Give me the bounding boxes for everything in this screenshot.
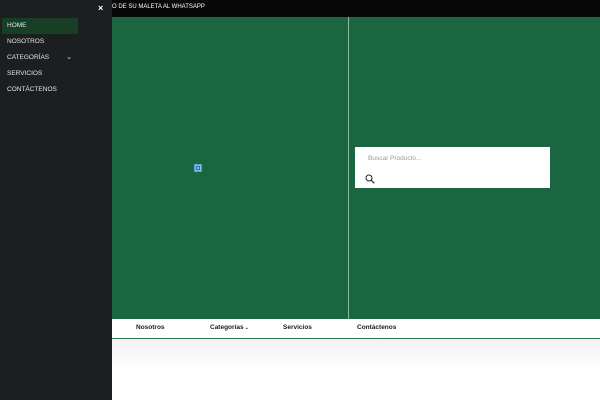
nav-item-nosotros[interactable]: Nosotros <box>136 324 165 331</box>
broken-image-icon <box>194 164 202 172</box>
side-menu-item-home[interactable]: HOME <box>2 18 78 34</box>
nav-item-contactenos[interactable]: Contáctenos <box>357 324 396 331</box>
top-announcement-bar: O DE SU MALETA AL WHATSAPP <box>112 0 600 17</box>
search-box <box>355 147 550 188</box>
main-nav: Nosotros Categorías⌄ Servicios Contácten… <box>112 319 600 339</box>
chevron-down-icon[interactable]: ⌄ <box>66 50 72 66</box>
chevron-down-icon: ⌄ <box>244 325 249 331</box>
side-menu-item-label: CATEGORÍAS <box>7 54 50 61</box>
side-menu-item-label: SERVICIOS <box>7 70 43 77</box>
search-icon[interactable] <box>365 174 375 184</box>
side-menu-item-contactenos[interactable]: CONTÁCTENOS <box>2 82 78 98</box>
search-input[interactable] <box>368 153 528 163</box>
nav-item-categorias[interactable]: Categorías⌄ <box>210 324 249 331</box>
side-menu-item-label: HOME <box>7 22 27 29</box>
side-menu-item-categorias[interactable]: CATEGORÍAS ⌄ <box>2 50 78 66</box>
close-icon[interactable]: × <box>98 4 103 13</box>
nav-shadow <box>112 339 600 369</box>
side-menu-item-nosotros[interactable]: NOSOTROS <box>2 34 78 50</box>
side-menu-list: HOME NOSOTROS CATEGORÍAS ⌄ SERVICIOS CONT… <box>2 18 78 98</box>
side-menu-item-label: CONTÁCTENOS <box>7 86 57 93</box>
side-menu-item-servicios[interactable]: SERVICIOS <box>2 66 78 82</box>
nav-item-servicios[interactable]: Servicios <box>283 324 312 331</box>
hero-section <box>112 17 600 319</box>
announcement-text: O DE SU MALETA AL WHATSAPP <box>112 4 205 10</box>
side-menu: HOME NOSOTROS CATEGORÍAS ⌄ SERVICIOS CONT… <box>0 0 112 400</box>
nav-item-label: Categorías <box>210 324 244 331</box>
side-menu-item-label: NOSOTROS <box>7 38 45 45</box>
hero-divider <box>348 17 349 319</box>
